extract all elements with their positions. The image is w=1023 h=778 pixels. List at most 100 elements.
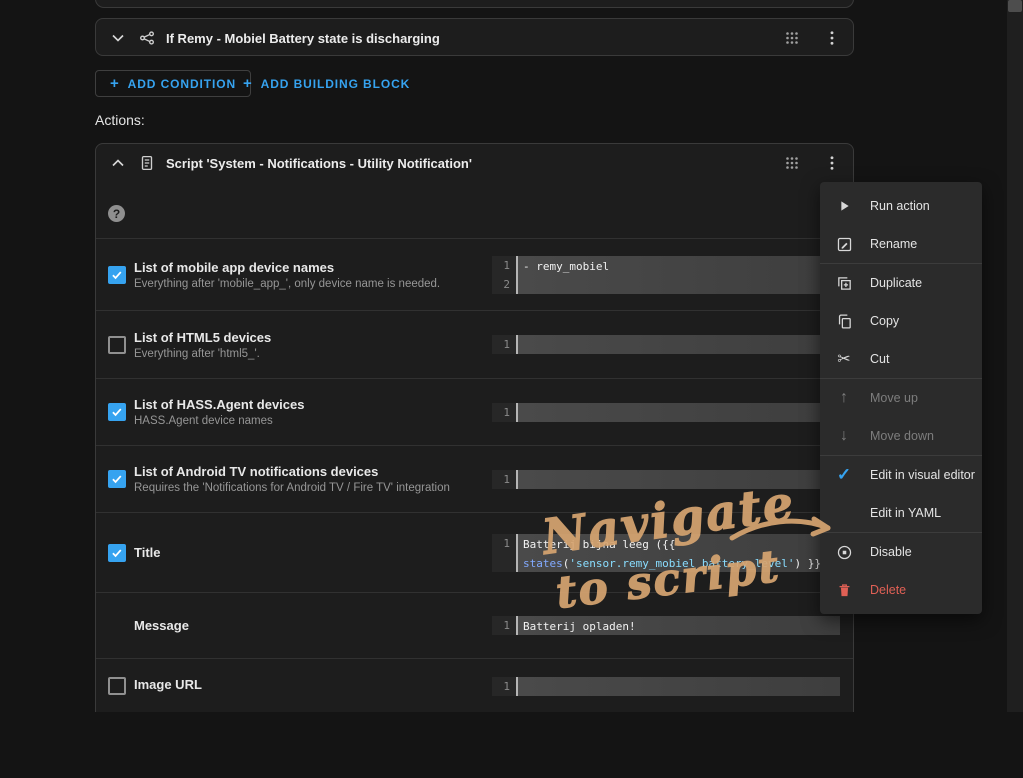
trash-icon: [834, 582, 854, 599]
line-number: 1: [492, 534, 516, 553]
field-label: List of Android TV notifications devices: [134, 464, 450, 479]
check-icon: ✓: [834, 465, 854, 485]
condition-title: If Remy - Mobiel Battery state is discha…: [166, 31, 440, 46]
drag-handle-icon[interactable]: [785, 31, 799, 45]
menu-item-copy[interactable]: Copy: [820, 302, 982, 340]
chevron-down-icon[interactable]: [108, 28, 128, 48]
script-fields: List of mobile app device names Everythi…: [96, 238, 853, 778]
menu-item-run-action[interactable]: Run action: [820, 187, 982, 225]
field-row-html5: List of HTML5 devices Everything after '…: [96, 310, 853, 378]
condition-card-header: If Remy - Mobiel Battery state is discha…: [96, 19, 853, 57]
field-labels: Message: [134, 618, 189, 633]
scrollbar-thumb[interactable]: [1008, 0, 1022, 12]
yaml-editor[interactable]: 1: [492, 335, 840, 354]
menu-item-edit-yaml[interactable]: Edit in YAML: [820, 494, 982, 532]
script-action-card: Script 'System - Notifications - Utility…: [95, 143, 854, 712]
line-number: 1: [492, 470, 516, 489]
menu-item-label: Edit in YAML: [870, 506, 941, 520]
field-row-title: Title 1 Batterij bijna leeg ({{ states('s…: [96, 512, 853, 592]
menu-item-disable[interactable]: Disable: [820, 533, 982, 571]
code-keyword: states: [523, 557, 563, 570]
field-label: Image URL: [134, 677, 202, 692]
menu-item-label: Cut: [870, 352, 889, 366]
yaml-editor[interactable]: 1 Batterij opladen!: [492, 616, 840, 635]
code-line: Batterij opladen!: [523, 620, 636, 633]
yaml-editor[interactable]: 1 Batterij bijna leeg ({{ states('sensor.…: [492, 534, 840, 572]
add-building-block-label: ADD BUILDING BLOCK: [261, 77, 411, 91]
menu-item-rename[interactable]: Rename: [820, 225, 982, 263]
yaml-editor[interactable]: 1: [492, 470, 840, 489]
previous-card-edge: [95, 0, 854, 8]
arrow-down-icon: ↓: [834, 427, 854, 445]
help-icon[interactable]: ?: [108, 205, 125, 222]
field-label: Message: [134, 618, 189, 633]
menu-item-edit-visual-editor[interactable]: ✓ Edit in visual editor: [820, 456, 982, 494]
menu-item-label: Rename: [870, 237, 917, 251]
checkbox[interactable]: [108, 336, 126, 354]
menu-item-move-up[interactable]: ↑ Move up: [820, 379, 982, 417]
plus-icon: +: [110, 75, 120, 92]
menu-item-move-down[interactable]: ↓ Move down: [820, 417, 982, 455]
menu-item-delete[interactable]: Delete: [820, 571, 982, 609]
menu-item-duplicate[interactable]: Duplicate: [820, 264, 982, 302]
script-icon: [138, 154, 156, 172]
yaml-editor[interactable]: 1: [492, 403, 840, 422]
scissors-icon: ✂: [834, 349, 854, 369]
menu-item-label: Delete: [870, 583, 906, 597]
checkbox[interactable]: [108, 470, 126, 488]
checkbox[interactable]: [108, 677, 126, 695]
field-labels: List of Android TV notifications devices…: [134, 464, 450, 494]
field-labels: Image URL: [134, 677, 202, 692]
context-menu: Run action Rename Duplicate Copy ✂ Cut ↑…: [820, 182, 982, 614]
kebab-menu-icon[interactable]: [823, 154, 841, 172]
state-condition-icon: [138, 29, 156, 47]
code-line: Batterij bijna leeg ({{: [523, 538, 675, 551]
add-condition-button[interactable]: + ADD CONDITION: [95, 70, 251, 97]
field-row-android-tv: List of Android TV notifications devices…: [96, 445, 853, 512]
line-number: 1: [492, 677, 516, 696]
menu-item-label: Duplicate: [870, 276, 922, 290]
script-card-title: Script 'System - Notifications - Utility…: [166, 156, 472, 171]
yaml-editor[interactable]: 1: [492, 677, 840, 696]
kebab-menu-icon[interactable]: [823, 29, 841, 47]
menu-item-cut[interactable]: ✂ Cut: [820, 340, 982, 378]
field-label: Title: [134, 545, 161, 560]
code-string: 'sensor.remy_mobiel_battery_level': [569, 557, 794, 570]
checkbox[interactable]: [108, 544, 126, 562]
yaml-editor[interactable]: 1- remy_mobiel 2: [492, 256, 840, 294]
line-number: 1: [492, 403, 516, 422]
line-number: 2: [492, 275, 516, 294]
menu-item-label: Disable: [870, 545, 912, 559]
chevron-up-icon[interactable]: [108, 153, 128, 173]
field-label: List of HTML5 devices: [134, 330, 271, 345]
field-row-image-url: Image URL 1: [96, 658, 853, 778]
field-labels: List of HTML5 devices Everything after '…: [134, 330, 271, 360]
field-row-hass-agent: List of HASS.Agent devices HASS.Agent de…: [96, 378, 853, 445]
checkbox[interactable]: [108, 266, 126, 284]
field-subtitle: Everything after 'mobile_app_', only dev…: [134, 278, 440, 290]
add-building-block-button[interactable]: + ADD BUILDING BLOCK: [229, 70, 424, 97]
copy-icon: [834, 313, 854, 330]
field-subtitle: HASS.Agent device names: [134, 415, 304, 427]
field-label: List of HASS.Agent devices: [134, 397, 304, 412]
checkbox[interactable]: [108, 403, 126, 421]
scrollbar-track[interactable]: [1007, 0, 1023, 712]
field-row-mobile-app: List of mobile app device names Everythi…: [96, 238, 853, 310]
line-number: 1: [492, 335, 516, 354]
rename-icon: [834, 236, 854, 253]
add-condition-label: ADD CONDITION: [128, 77, 236, 91]
field-row-message: Message 1 Batterij opladen!: [96, 592, 853, 658]
stop-circle-icon: [834, 544, 854, 561]
duplicate-icon: [834, 275, 854, 292]
menu-item-label: Move up: [870, 391, 918, 405]
field-labels: Title: [134, 545, 161, 560]
menu-item-label: Move down: [870, 429, 934, 443]
condition-card: If Remy - Mobiel Battery state is discha…: [95, 18, 854, 56]
field-labels: List of HASS.Agent devices HASS.Agent de…: [134, 397, 304, 427]
menu-item-label: Copy: [870, 314, 899, 328]
line-number: 1: [492, 616, 516, 635]
line-number: 1: [492, 256, 516, 275]
code-line: states('sensor.remy_mobiel_battery_level…: [523, 557, 834, 570]
drag-handle-icon[interactable]: [785, 156, 799, 170]
menu-item-label: Edit in visual editor: [870, 468, 975, 482]
